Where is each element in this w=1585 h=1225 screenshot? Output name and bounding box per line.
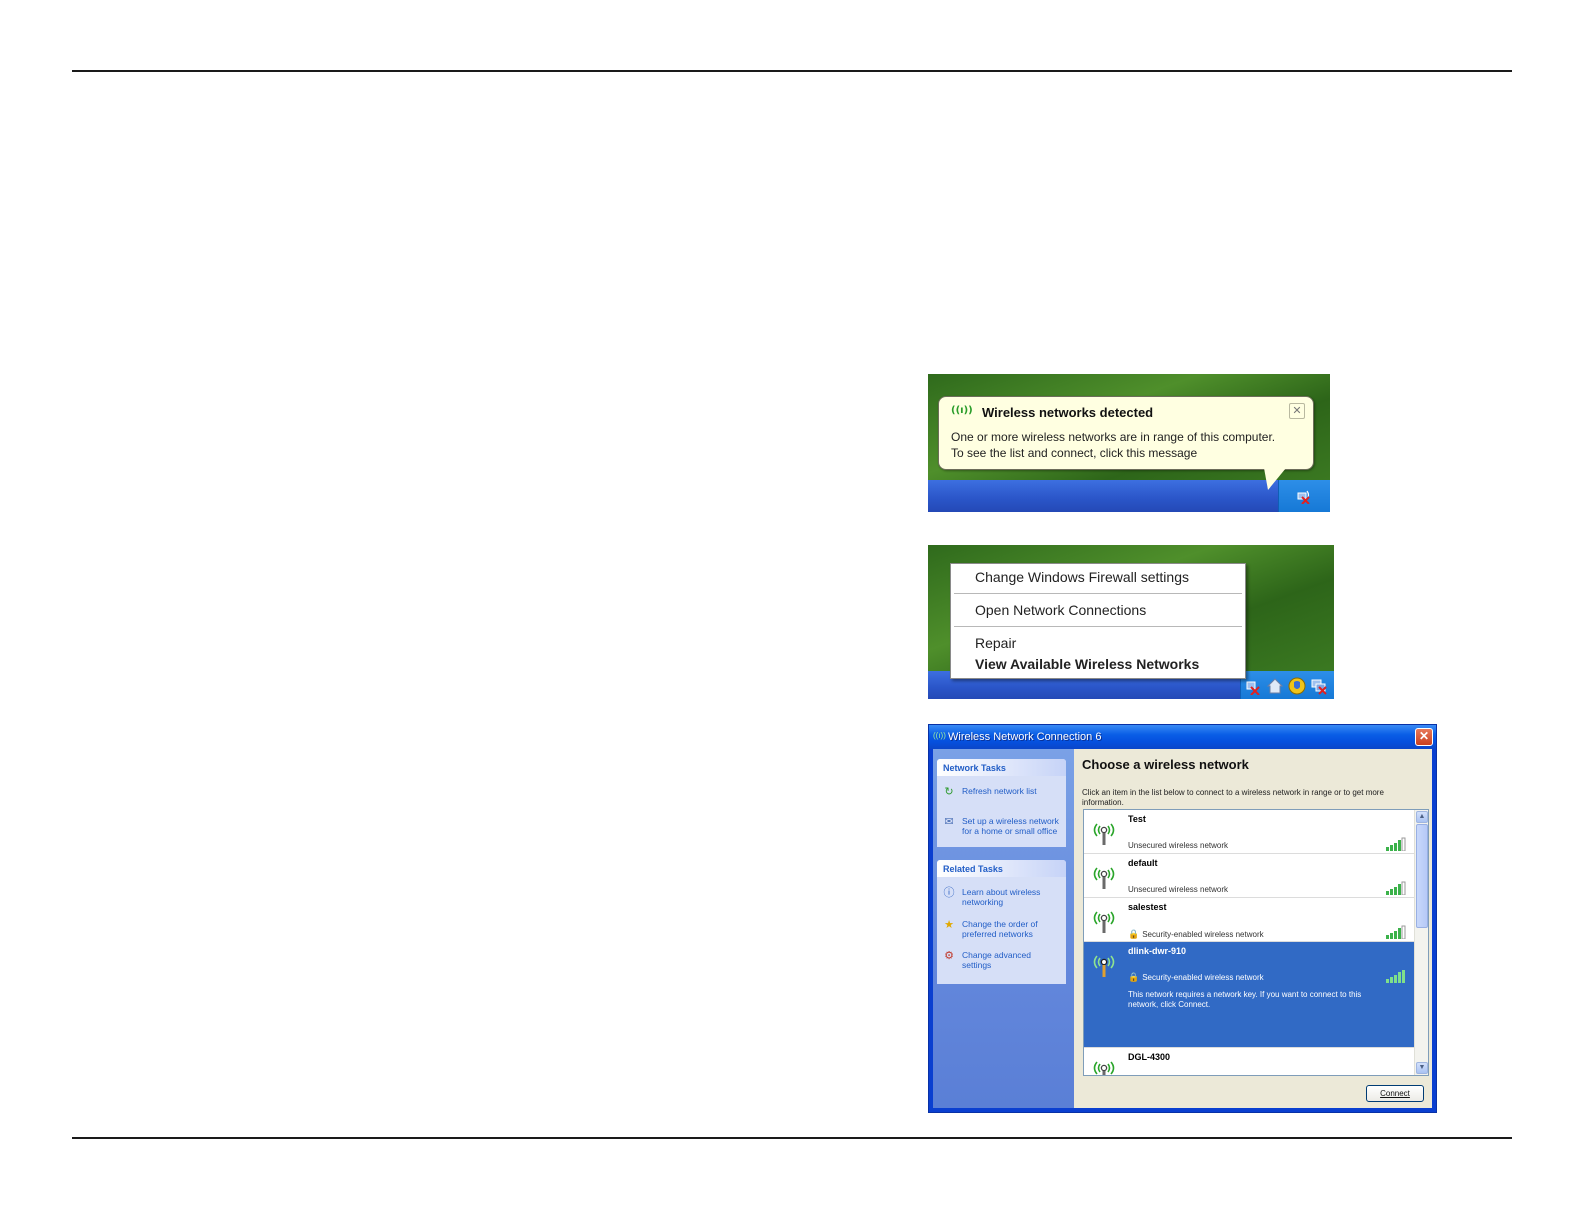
top-rule [72, 70, 1512, 72]
connect-button[interactable]: Connect [1366, 1085, 1424, 1102]
page-title: Choose a wireless network [1082, 757, 1249, 772]
signal-strength-icon [1386, 925, 1406, 939]
network-status: 🔒 Security-enabled wireless network [1128, 972, 1264, 983]
info-icon: ⓘ [943, 887, 955, 899]
balloon-message-line-2: To see the list and connect, click this … [951, 446, 1198, 460]
tray-context-menu: Change Windows Firewall settings Open Ne… [950, 563, 1246, 679]
wireless-antenna-icon [1093, 1061, 1115, 1075]
balloon-screenshot: ((ı)) Wireless networks detected ✕ One o… [928, 374, 1330, 512]
wireless-antenna-icon [1093, 867, 1115, 889]
menu-item-view-available-wireless-networks[interactable]: View Available Wireless Networks [975, 656, 1199, 672]
signal-strength-icon [1386, 970, 1405, 983]
wireless-antenna-icon: ((ı)) [933, 731, 946, 740]
menu-separator [954, 593, 1242, 594]
network-disconnected-icon[interactable] [1310, 677, 1328, 695]
change-advanced-settings-link[interactable]: ⚙ Change advanced settings [942, 949, 1062, 973]
menu-item-open-network-connections[interactable]: Open Network Connections [975, 602, 1146, 618]
network-list-pane: Choose a wireless network Click an item … [1074, 749, 1432, 1108]
context-menu-screenshot: Change Windows Firewall settings Open Ne… [928, 545, 1334, 699]
related-tasks-header[interactable]: Related Tasks [937, 860, 1066, 877]
wireless-network-dialog: ((ı)) Wireless Network Connection 6 ✕ Ne… [928, 724, 1437, 1113]
task-label: Learn about wireless networking [962, 887, 1041, 907]
signal-strength-icon [1385, 1070, 1409, 1076]
bottom-rule [72, 1137, 1512, 1139]
network-status: Unsecured wireless network [1128, 885, 1229, 894]
scroll-down-button[interactable]: ▼ [1416, 1062, 1428, 1074]
balloon-message-line-1: One or more wireless networks are in ran… [951, 430, 1276, 444]
instructions-text: Click an item in the list below to conne… [1082, 788, 1384, 807]
network-name: Test [1128, 814, 1146, 824]
learn-about-wireless-link[interactable]: ⓘ Learn about wireless networking [942, 886, 1062, 910]
network-status: 🔒 Security-enabled wireless network [1128, 929, 1264, 940]
network-status-text: Security-enabled wireless network [1142, 973, 1264, 982]
wireless-antenna-icon [1093, 955, 1115, 977]
scroll-thumb[interactable] [1416, 824, 1428, 928]
settings-icon: ⚙ [944, 950, 954, 962]
network-name: salestest [1128, 902, 1167, 912]
task-pane: Network Tasks ↻ Refresh network list ✉ S… [933, 749, 1074, 1108]
home-icon[interactable] [1266, 677, 1284, 695]
scroll-up-button[interactable]: ▲ [1416, 811, 1428, 823]
wireless-network-list: Test Unsecured wireless network default … [1083, 809, 1429, 1076]
close-button[interactable]: ✕ [1415, 728, 1433, 746]
change-preferred-order-link[interactable]: ★ Change the order of preferred networks [942, 918, 1062, 942]
dialog-titlebar[interactable]: ((ı)) Wireless Network Connection 6 ✕ [929, 725, 1436, 749]
network-row-default[interactable]: default Unsecured wireless network [1084, 854, 1414, 898]
task-label: Refresh network list [962, 786, 1037, 796]
dialog-title: Wireless Network Connection 6 [948, 731, 1102, 743]
network-status: Unsecured wireless network [1128, 841, 1229, 850]
wireless-antenna-icon [1093, 823, 1115, 845]
menu-item-repair[interactable]: Repair [975, 635, 1016, 651]
wireless-disconnected-icon[interactable] [1244, 677, 1262, 695]
signal-strength-icon [1386, 881, 1406, 895]
network-tasks-header[interactable]: Network Tasks [937, 759, 1066, 776]
setup-network-icon: ✉ [944, 816, 954, 828]
menu-separator [954, 626, 1242, 627]
network-name: dlink-dwr-910 [1128, 946, 1187, 956]
task-label: Set up a wireless network for a home or … [962, 816, 1059, 836]
network-status-text: Security-enabled wireless network [1142, 930, 1264, 939]
network-tasks-box: Network Tasks ↻ Refresh network list ✉ S… [937, 759, 1066, 847]
notification-balloon[interactable]: ((ı)) Wireless networks detected ✕ One o… [938, 396, 1314, 470]
refresh-icon: ↻ [944, 786, 954, 798]
wireless-antenna-icon: ((ı)) [951, 405, 973, 416]
network-row-salestest[interactable]: salestest 🔒 Security-enabled wireless net… [1084, 898, 1414, 942]
task-label: Change the order of preferred networks [962, 919, 1038, 939]
wireless-disconnected-icon[interactable] [1296, 488, 1312, 504]
setup-wireless-network-link[interactable]: ✉ Set up a wireless network for a home o… [942, 815, 1062, 839]
menu-item-firewall-settings[interactable]: Change Windows Firewall settings [975, 569, 1189, 585]
network-row-test[interactable]: Test Unsecured wireless network [1084, 810, 1414, 854]
network-name: default [1128, 858, 1158, 868]
balloon-title: Wireless networks detected [982, 405, 1154, 420]
signal-strength-icon [1386, 837, 1406, 851]
close-icon[interactable]: ✕ [1289, 403, 1305, 419]
related-tasks-box: Related Tasks ⓘ Learn about wireless net… [937, 860, 1066, 984]
wireless-antenna-icon [1093, 911, 1115, 933]
task-label: Change advanced settings [962, 950, 1032, 970]
network-name: DGL-4300 [1128, 1052, 1171, 1062]
network-row-dgl-4300[interactable]: DGL-4300 [1084, 1048, 1414, 1076]
star-icon: ★ [944, 919, 954, 931]
refresh-network-list-link[interactable]: ↻ Refresh network list [942, 785, 1062, 799]
lock-icon: 🔒 [1128, 972, 1140, 982]
network-detail-text: This network requires a network key. If … [1128, 990, 1362, 1009]
network-list-scrollbar[interactable]: ▲ ▼ [1414, 810, 1428, 1075]
balloon-tail [1264, 468, 1286, 490]
system-tray [1240, 671, 1334, 699]
network-row-dlink-dwr-910[interactable]: dlink-dwr-910 🔒 Security-enabled wireless… [1084, 942, 1414, 1048]
security-shield-icon[interactable] [1288, 677, 1306, 695]
lock-icon: 🔒 [1128, 929, 1140, 939]
